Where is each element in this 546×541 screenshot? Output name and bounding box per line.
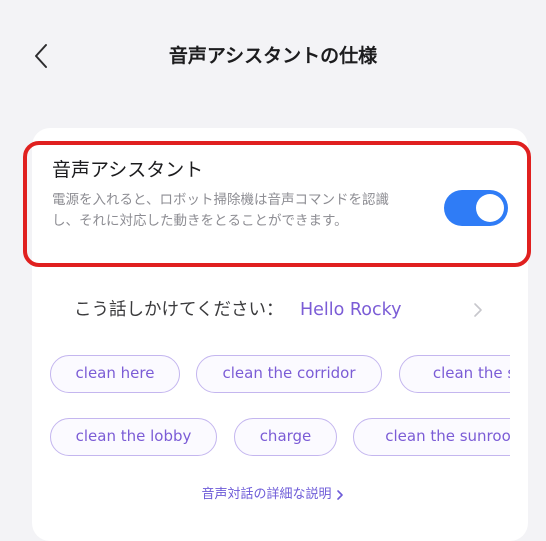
command-chip[interactable]: clean the corridor bbox=[196, 355, 382, 393]
toggle-knob bbox=[476, 194, 504, 222]
wake-word-value: Hello Rocky bbox=[300, 300, 402, 320]
voice-detail-link-label: 音声対話の詳細な説明 bbox=[201, 487, 332, 502]
command-chip[interactable]: clean the lobby bbox=[50, 418, 217, 456]
voice-detail-link[interactable]: 音声対話の詳細な説明 bbox=[0, 484, 546, 506]
wake-word-label: こう話しかけてください： bbox=[74, 300, 284, 320]
command-chip[interactable]: charge bbox=[234, 418, 337, 456]
command-chip[interactable]: clean the s bbox=[399, 355, 510, 393]
voice-assistant-toggle[interactable] bbox=[444, 190, 508, 226]
screen: 音声アシスタントの仕様 音声アシスタント 電源を入れると、ロボット掃除機は音声コ… bbox=[0, 0, 546, 541]
command-chips-row-1: clean here clean the corridor clean the … bbox=[50, 355, 510, 395]
header: 音声アシスタントの仕様 bbox=[0, 0, 546, 110]
voice-assistant-description: 電源を入れると、ロボット掃除機は音声コマンドを認識し、それに対応した動きをとるこ… bbox=[52, 192, 389, 229]
page-title: 音声アシスタントの仕様 bbox=[168, 45, 378, 67]
command-chips-row-2: clean the lobby charge clean the sunroo bbox=[50, 418, 510, 458]
command-chip[interactable]: clean the sunroo bbox=[353, 418, 510, 456]
wake-word-row[interactable]: こう話しかけてください： Hello Rocky bbox=[30, 290, 500, 330]
command-chip[interactable]: clean here bbox=[50, 355, 180, 393]
voice-assistant-title: 音声アシスタント bbox=[52, 159, 204, 181]
chevron-right-icon bbox=[474, 303, 482, 317]
chevron-right-icon bbox=[336, 489, 343, 500]
